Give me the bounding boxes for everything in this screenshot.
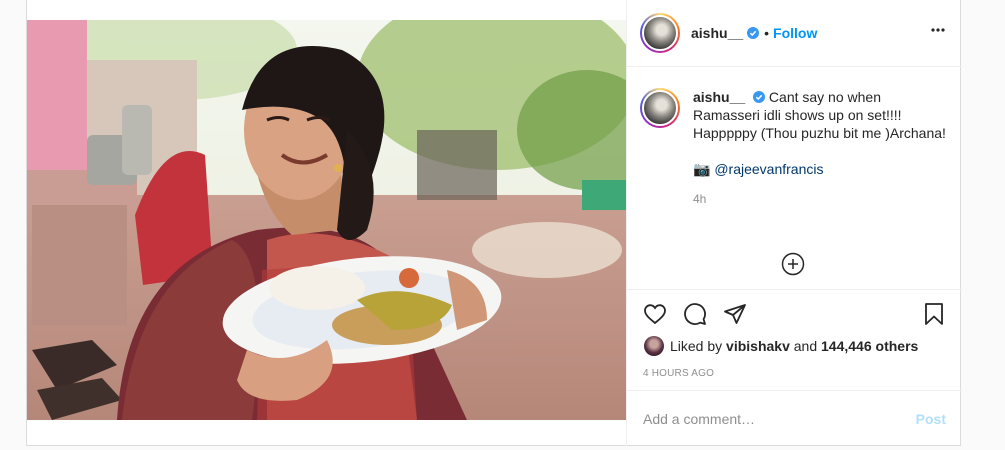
caption-timestamp[interactable]: 4h bbox=[693, 190, 950, 208]
comment-input[interactable] bbox=[643, 410, 916, 427]
liked-by-and: and bbox=[793, 338, 818, 354]
caption-credit: 📷 @rajeevanfrancis bbox=[693, 160, 950, 178]
more-options-icon[interactable] bbox=[930, 22, 946, 38]
load-more-icon[interactable] bbox=[781, 252, 805, 276]
post-side-panel: aishu__ • Follow aishu__ Cant say no whe… bbox=[626, 0, 962, 446]
post-photo[interactable] bbox=[27, 20, 626, 420]
follow-button[interactable]: Follow bbox=[773, 25, 817, 41]
photo-illustration bbox=[27, 20, 626, 420]
likes-summary: Liked by vibishakv and 144,446 others bbox=[644, 336, 918, 356]
verified-badge-icon bbox=[753, 91, 766, 103]
author-avatar[interactable] bbox=[640, 13, 680, 53]
post-caption: aishu__ Cant say no when Ramasseri idli … bbox=[640, 88, 950, 208]
bookmark-icon[interactable] bbox=[922, 302, 946, 326]
camera-emoji: 📷 bbox=[693, 161, 711, 177]
post-timestamp[interactable]: 4 HOURS AGO bbox=[643, 368, 714, 379]
liked-by-prefix: Liked by bbox=[670, 338, 723, 354]
share-icon[interactable] bbox=[723, 302, 747, 326]
separator-dot: • bbox=[764, 25, 770, 41]
comment-icon[interactable] bbox=[683, 302, 707, 326]
liked-by-user[interactable]: vibishakv bbox=[726, 338, 790, 354]
mention-link[interactable]: @rajeevanfrancis bbox=[714, 161, 823, 177]
author-username[interactable]: aishu__ bbox=[691, 25, 743, 41]
caption-avatar[interactable] bbox=[640, 88, 680, 128]
comment-bar: Post bbox=[627, 390, 962, 446]
verified-badge-icon bbox=[747, 27, 760, 39]
caption-body: aishu__ Cant say no when Ramasseri idli … bbox=[693, 88, 950, 208]
action-bar bbox=[627, 289, 962, 339]
post-header: aishu__ • Follow bbox=[627, 0, 962, 67]
liker-avatar[interactable] bbox=[644, 336, 664, 356]
likes-count[interactable]: 144,446 others bbox=[821, 338, 918, 354]
heart-icon[interactable] bbox=[643, 302, 667, 326]
post-comment-button[interactable]: Post bbox=[916, 411, 946, 427]
post-card: aishu__ • Follow aishu__ Cant say no whe… bbox=[26, 0, 962, 446]
caption-username[interactable]: aishu__ bbox=[693, 89, 745, 105]
